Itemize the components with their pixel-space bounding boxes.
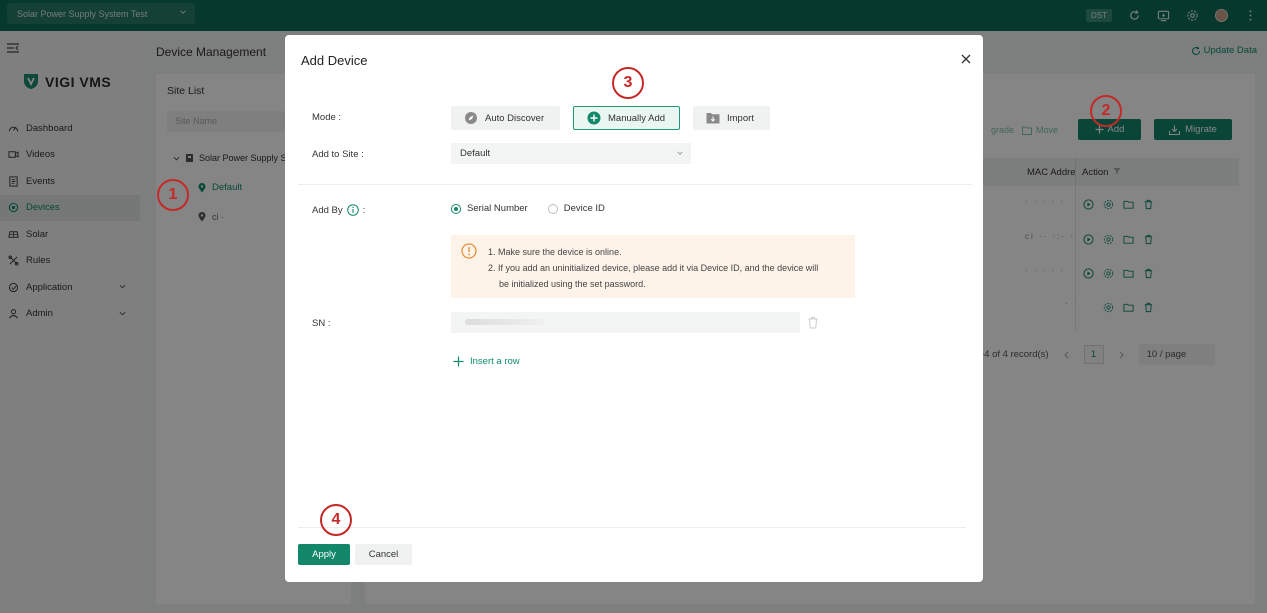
info-icon[interactable] (346, 204, 359, 216)
add-to-site-label: Add to Site : (312, 149, 364, 160)
chevron-down-icon (677, 151, 683, 155)
plus-circle-icon (587, 111, 601, 125)
step-marker-4: 4 (320, 504, 352, 536)
insert-row-button[interactable]: Insert a row (453, 356, 520, 367)
add-by-label-text: Add By (312, 204, 343, 216)
add-device-dialog: Add Device Mode : Auto Discover Manually… (285, 35, 983, 582)
site-select-value: Default (460, 148, 491, 159)
mode-label: Mode : (312, 112, 342, 123)
radio-device-id[interactable] (547, 203, 558, 214)
mode-auto-discover-button[interactable]: Auto Discover (451, 106, 560, 130)
serial-number-input[interactable] (451, 312, 800, 333)
step-marker-2: 2 (1090, 95, 1122, 127)
notice-line: 2. If you add an uninitialized device, p… (488, 263, 819, 273)
warning-icon (461, 243, 477, 259)
footer-divider (298, 527, 966, 528)
radio-serial-number-label: Serial Number (467, 203, 528, 214)
mode-import-button[interactable]: Import (693, 106, 770, 130)
notice-line: 1. Make sure the device is online. (488, 247, 622, 257)
insert-row-label: Insert a row (470, 356, 520, 367)
radio-serial-number[interactable] (451, 203, 461, 214)
sn-label: SN : (312, 318, 331, 329)
trash-icon[interactable] (807, 316, 819, 329)
close-icon[interactable] (960, 53, 972, 65)
radio-device-id-label: Device ID (563, 203, 605, 214)
apply-button[interactable]: Apply (298, 544, 350, 565)
mode-label-text: Manually Add (608, 112, 666, 124)
mode-label-text: Import (727, 112, 754, 124)
notice-box: 1. Make sure the device is online. 2. If… (451, 235, 855, 298)
mode-manually-add-button[interactable]: Manually Add (573, 106, 680, 130)
compass-icon (465, 112, 477, 124)
section-divider (298, 184, 972, 185)
add-by-colon: : (362, 204, 366, 216)
mode-label-text: Auto Discover (485, 112, 545, 124)
site-select[interactable]: Default (451, 143, 691, 164)
dialog-title: Add Device (301, 53, 368, 68)
import-folder-icon (706, 113, 720, 124)
notice-line: be initialized using the set password. (499, 279, 646, 289)
add-by-options: Serial Number Device ID (451, 203, 605, 214)
add-by-label: Add By : (312, 204, 365, 216)
cancel-button[interactable]: Cancel (355, 544, 412, 565)
plus-icon (453, 356, 464, 367)
step-marker-1: 1 (157, 179, 189, 211)
step-marker-3: 3 (612, 67, 644, 99)
blurred-value (465, 319, 545, 325)
